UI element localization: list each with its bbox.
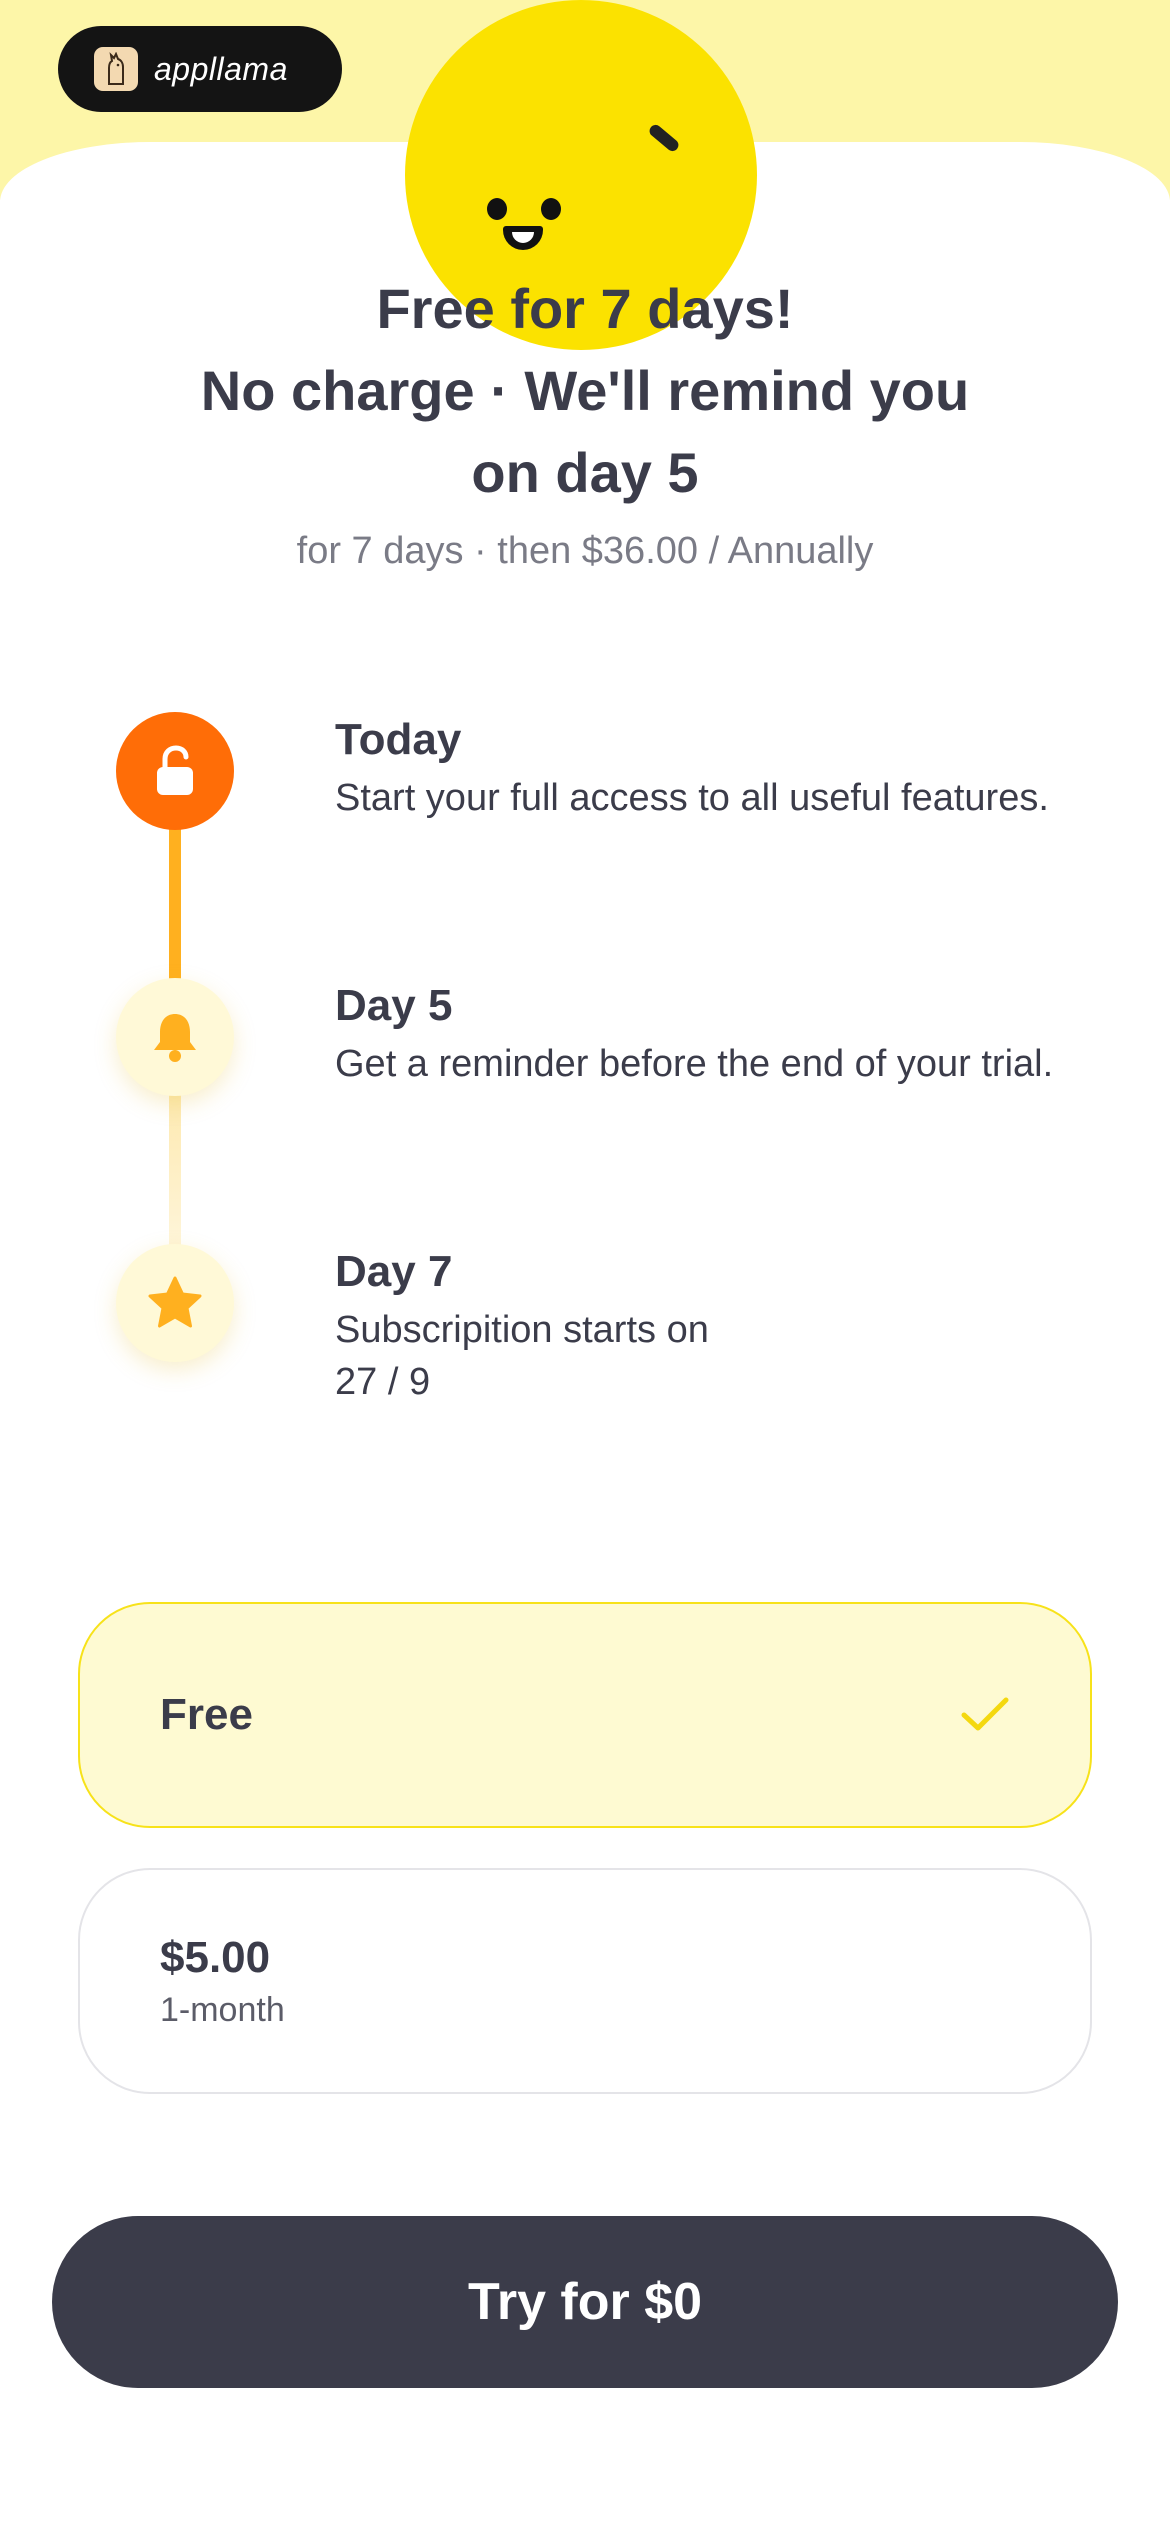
try-free-button[interactable]: Try for $0 bbox=[52, 2216, 1118, 2388]
step-description-line-1: Subscripition starts on bbox=[335, 1309, 709, 1351]
step-description: Get a reminder before the end of your tr… bbox=[335, 1043, 1054, 1085]
bell-icon bbox=[154, 1014, 196, 1062]
step-description: Subscripition starts on 27 / 9 bbox=[335, 1304, 1115, 1408]
step-description-line-2: 27 / 9 bbox=[335, 1361, 431, 1403]
mascot-right-eye bbox=[541, 198, 561, 220]
timeline-step-day7: Day 7 Subscripition starts on 27 / 9 bbox=[335, 1244, 1115, 1408]
title-line-2: No charge · We'll remind you bbox=[200, 359, 970, 422]
timeline-step-today: Today Start your full access to all usef… bbox=[335, 712, 1115, 824]
brand-name: appllama bbox=[154, 50, 288, 87]
plan-price: $5.00 bbox=[160, 1932, 271, 1982]
plan-info: $5.00 1-month bbox=[160, 1933, 285, 2030]
title-line-1: Free for 7 days! bbox=[376, 277, 794, 340]
timeline-step-today-marker bbox=[116, 712, 234, 830]
checkmark-icon bbox=[961, 1697, 1009, 1731]
plan-option-monthly[interactable]: $5.00 1-month bbox=[78, 1868, 1092, 2094]
unlock-icon bbox=[157, 745, 193, 795]
title-line-3: on day 5 bbox=[471, 441, 699, 504]
step-title: Day 7 bbox=[335, 1247, 453, 1296]
brand-logo-pill: appllama bbox=[58, 26, 342, 112]
step-description: Start your full access to all useful fea… bbox=[335, 777, 1049, 819]
mascot-left-eye bbox=[487, 198, 507, 220]
step-title: Day 5 bbox=[335, 981, 453, 1030]
llama-logo-icon bbox=[94, 47, 138, 91]
timeline-step-day5-marker bbox=[116, 978, 234, 1096]
star-icon bbox=[148, 1276, 202, 1328]
timeline-step-day5: Day 5 Get a reminder before the end of y… bbox=[335, 978, 1115, 1090]
step-title: Today bbox=[335, 715, 462, 764]
page-title: Free for 7 days! No charge · We'll remin… bbox=[80, 268, 1090, 514]
mascot-mouth bbox=[503, 226, 543, 250]
plan-option-free[interactable]: Free bbox=[78, 1602, 1092, 1828]
plan-info: Free bbox=[160, 1690, 253, 1740]
plan-period: 1-month bbox=[160, 1990, 285, 2029]
mascot-stroke bbox=[647, 122, 681, 154]
pricing-subtitle: for 7 days · then $36.00 / Annually bbox=[296, 530, 874, 572]
timeline-step-day7-marker bbox=[116, 1244, 234, 1362]
plan-label: Free bbox=[160, 1690, 253, 1739]
